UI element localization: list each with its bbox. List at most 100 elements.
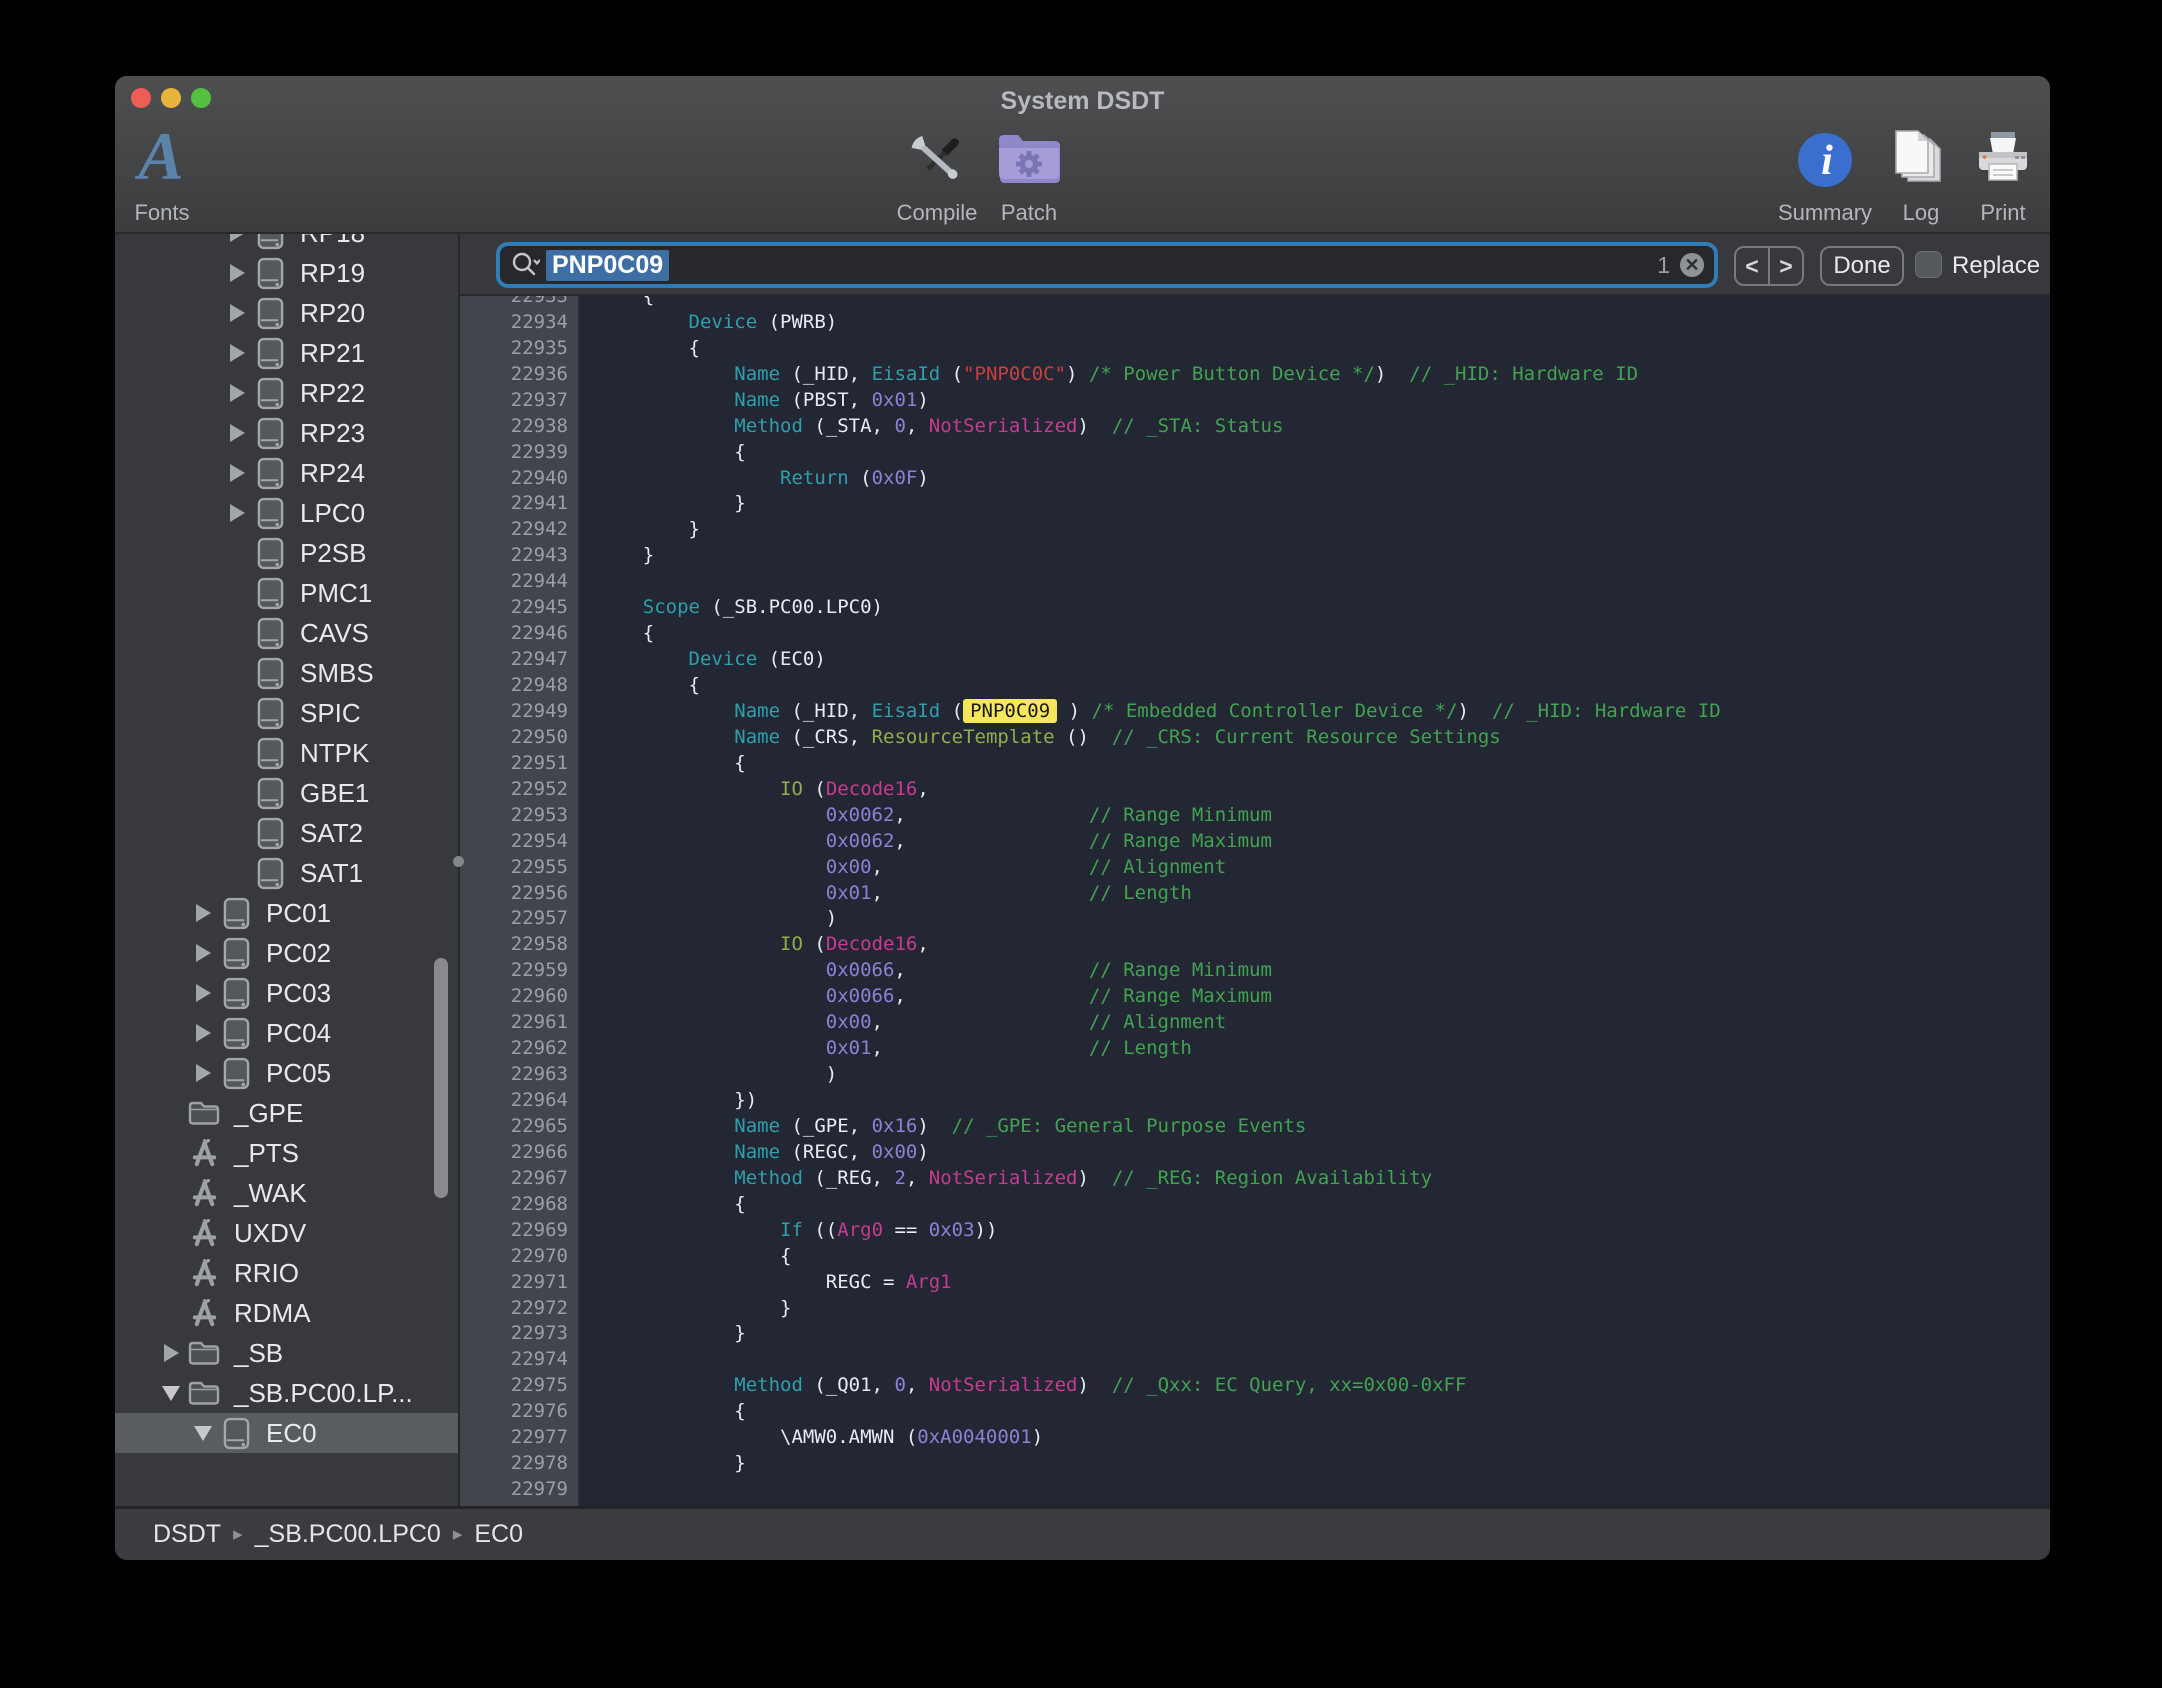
disclosure-right-icon[interactable]	[194, 904, 212, 922]
tree-item-pc02[interactable]: PC02	[115, 933, 458, 973]
done-button[interactable]: Done	[1820, 246, 1904, 286]
find-next-button[interactable]: >	[1770, 248, 1802, 284]
tree-item-pc03[interactable]: PC03	[115, 973, 458, 1013]
tree-item-gbe1[interactable]: GBE1	[115, 773, 458, 813]
code-editor[interactable]: 22933 {22934 Device (PWRB)22935 {22936 N…	[460, 296, 2050, 1506]
code-line[interactable]: 22975 Method (_Q01, 0, NotSerialized) //…	[460, 1372, 2050, 1398]
code-line[interactable]: 22977 \AMW0.AMWN (0xA0040001)	[460, 1424, 2050, 1450]
code-line[interactable]: 22942 }	[460, 516, 2050, 542]
code-line[interactable]: 22961 0x00, // Alignment	[460, 1009, 2050, 1035]
find-input[interactable]: PNP0C09 1 ✕	[496, 242, 1718, 288]
code-line[interactable]: 22963 )	[460, 1061, 2050, 1087]
clear-search-icon[interactable]: ✕	[1680, 253, 1704, 277]
find-previous-button[interactable]: <	[1736, 248, 1770, 284]
code-line[interactable]: 22970 {	[460, 1243, 2050, 1269]
code-line[interactable]: 22940 Return (0x0F)	[460, 465, 2050, 491]
tree-item-spic[interactable]: SPIC	[115, 693, 458, 733]
code-line[interactable]: 22946 {	[460, 620, 2050, 646]
breadcrumb-item[interactable]: _SB.PC00.LPC0	[255, 1520, 441, 1549]
code-line[interactable]: 22956 0x01, // Length	[460, 880, 2050, 906]
code-line[interactable]: 22957 )	[460, 906, 2050, 932]
code-line[interactable]: 22938 Method (_STA, 0, NotSerialized) //…	[460, 413, 2050, 439]
disclosure-right-icon[interactable]	[194, 984, 212, 1002]
split-handle[interactable]	[453, 856, 464, 867]
breadcrumb-item[interactable]: DSDT	[153, 1520, 221, 1549]
code-line[interactable]: 22960 0x0066, // Range Maximum	[460, 983, 2050, 1009]
tree-item-sat2[interactable]: SAT2	[115, 813, 458, 853]
search-menu-icon[interactable]	[510, 250, 540, 280]
print-button[interactable]: Print	[1943, 122, 2050, 226]
code-line[interactable]: 22953 0x0062, // Range Minimum	[460, 802, 2050, 828]
tree-item-uxdv[interactable]: UXDV	[115, 1213, 458, 1253]
tree-item-pc05[interactable]: PC05	[115, 1053, 458, 1093]
code-line[interactable]: 22959 0x0066, // Range Minimum	[460, 957, 2050, 983]
code-line[interactable]: 22966 Name (REGC, 0x00)	[460, 1139, 2050, 1165]
code-line[interactable]: 22972 }	[460, 1295, 2050, 1321]
code-line[interactable]: 22952 IO (Decode16,	[460, 776, 2050, 802]
tree-item-_pts[interactable]: _PTS	[115, 1133, 458, 1173]
tree-item-rp18[interactable]: RP18	[115, 234, 458, 253]
tree-item-_wak[interactable]: _WAK	[115, 1173, 458, 1213]
code-line[interactable]: 22978 }	[460, 1450, 2050, 1476]
disclosure-right-icon[interactable]	[228, 304, 246, 322]
tree-item-sat1[interactable]: SAT1	[115, 853, 458, 893]
disclosure-right-icon[interactable]	[228, 424, 246, 442]
tree-item-_sb[interactable]: _SB	[115, 1333, 458, 1373]
disclosure-right-icon[interactable]	[194, 1024, 212, 1042]
code-line[interactable]: 22973 }	[460, 1321, 2050, 1347]
code-line[interactable]: 22964 })	[460, 1087, 2050, 1113]
breadcrumb-item[interactable]: EC0	[474, 1520, 523, 1549]
code-line[interactable]: 22967 Method (_REG, 2, NotSerialized) //…	[460, 1165, 2050, 1191]
disclosure-right-icon[interactable]	[228, 464, 246, 482]
code-line[interactable]: 22934 Device (PWRB)	[460, 309, 2050, 335]
tree-item-rdma[interactable]: RDMA	[115, 1293, 458, 1333]
tree-item-ec0[interactable]: EC0	[115, 1413, 458, 1453]
code-line[interactable]: 22947 Device (EC0)	[460, 646, 2050, 672]
tree-item-rp23[interactable]: RP23	[115, 413, 458, 453]
code-line[interactable]: 22933 {	[460, 296, 2050, 309]
code-line[interactable]: 22974	[460, 1346, 2050, 1372]
code-line[interactable]: 22950 Name (_CRS, ResourceTemplate () //…	[460, 724, 2050, 750]
disclosure-down-icon[interactable]	[162, 1386, 180, 1401]
tree-item-cavs[interactable]: CAVS	[115, 613, 458, 653]
disclosure-right-icon[interactable]	[228, 504, 246, 522]
tree-item-_sb.pc00.lp...[interactable]: _SB.PC00.LP...	[115, 1373, 458, 1413]
disclosure-down-icon[interactable]	[194, 1426, 212, 1441]
tree-item-lpc0[interactable]: LPC0	[115, 493, 458, 533]
disclosure-right-icon[interactable]	[228, 384, 246, 402]
disclosure-right-icon[interactable]	[228, 234, 246, 242]
tree-item-rrio[interactable]: RRIO	[115, 1253, 458, 1293]
code-line[interactable]: 22955 0x00, // Alignment	[460, 854, 2050, 880]
tree-item-_gpe[interactable]: _GPE	[115, 1093, 458, 1133]
code-line[interactable]: 22976 {	[460, 1398, 2050, 1424]
code-line[interactable]: 22958 IO (Decode16,	[460, 931, 2050, 957]
code-line[interactable]: 22939 {	[460, 439, 2050, 465]
tree-item-pc01[interactable]: PC01	[115, 893, 458, 933]
code-line[interactable]: 22948 {	[460, 672, 2050, 698]
disclosure-right-icon[interactable]	[228, 344, 246, 362]
code-line[interactable]: 22949 Name (_HID, EisaId (PNP0C09 ) /* E…	[460, 698, 2050, 724]
code-line[interactable]: 22962 0x01, // Length	[460, 1035, 2050, 1061]
tree-item-p2sb[interactable]: P2SB	[115, 533, 458, 573]
code-line[interactable]: 22937 Name (PBST, 0x01)	[460, 387, 2050, 413]
code-line[interactable]: 22969 If ((Arg0 == 0x03))	[460, 1217, 2050, 1243]
tree-item-pc04[interactable]: PC04	[115, 1013, 458, 1053]
code-line[interactable]: 22941 }	[460, 491, 2050, 517]
disclosure-right-icon[interactable]	[162, 1344, 180, 1362]
code-line[interactable]: 22935 {	[460, 335, 2050, 361]
tree-item-smbs[interactable]: SMBS	[115, 653, 458, 693]
code-line[interactable]: 22945 Scope (_SB.PC00.LPC0)	[460, 594, 2050, 620]
code-line[interactable]: 22971 REGC = Arg1	[460, 1269, 2050, 1295]
code-line[interactable]: 22968 {	[460, 1191, 2050, 1217]
patch-button[interactable]: Patch	[969, 122, 1089, 226]
tree-item-rp19[interactable]: RP19	[115, 253, 458, 293]
disclosure-right-icon[interactable]	[228, 264, 246, 282]
code-line[interactable]: 22979	[460, 1476, 2050, 1502]
disclosure-right-icon[interactable]	[194, 1064, 212, 1082]
code-line[interactable]: 22944	[460, 568, 2050, 594]
disclosure-right-icon[interactable]	[194, 944, 212, 962]
code-line[interactable]: 22943 }	[460, 542, 2050, 568]
sidebar-scrollbar[interactable]	[434, 958, 448, 1198]
tree-item-rp21[interactable]: RP21	[115, 333, 458, 373]
tree-item-rp22[interactable]: RP22	[115, 373, 458, 413]
